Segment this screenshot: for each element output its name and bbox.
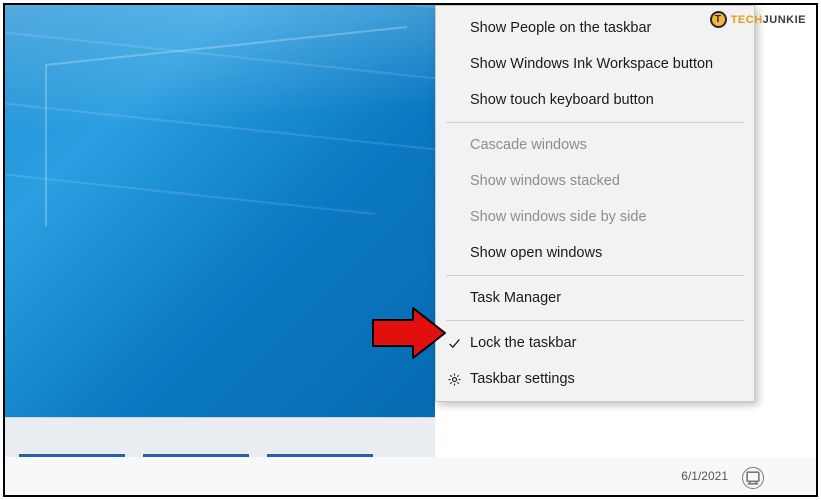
menu-item-label: Taskbar settings — [470, 371, 575, 387]
menu-side-by-side[interactable]: Show windows side by side — [436, 199, 754, 235]
menu-show-ink-workspace[interactable]: Show Windows Ink Workspace button — [436, 46, 754, 82]
taskbar-context-menu: Show People on the taskbar Show Windows … — [435, 5, 755, 402]
action-center-icon[interactable] — [742, 467, 764, 489]
system-tray-date[interactable]: 6/1/2021 — [681, 469, 728, 483]
menu-item-label: Show People on the taskbar — [470, 20, 651, 36]
menu-lock-taskbar[interactable]: Lock the taskbar — [436, 325, 754, 361]
menu-item-label: Cascade windows — [470, 137, 587, 153]
screenshot-frame: 6/1/2021 Show People on the taskbar Show… — [3, 3, 818, 497]
watermark-brand-b: JUNKIE — [763, 14, 806, 26]
menu-item-label: Show windows side by side — [470, 209, 647, 225]
watermark: T TECHJUNKIE — [710, 11, 806, 28]
menu-show-people[interactable]: Show People on the taskbar — [436, 10, 754, 46]
watermark-brand-a: TECH — [731, 14, 763, 26]
taskbar[interactable] — [5, 417, 435, 457]
menu-show-touch-keyboard[interactable]: Show touch keyboard button — [436, 82, 754, 118]
menu-separator — [446, 275, 744, 276]
menu-item-label: Lock the taskbar — [470, 335, 576, 351]
menu-item-label: Show open windows — [470, 245, 602, 261]
menu-item-label: Show Windows Ink Workspace button — [470, 56, 713, 72]
watermark-logo-icon: T — [710, 11, 727, 28]
desktop-wallpaper — [5, 5, 435, 457]
menu-show-open-windows[interactable]: Show open windows — [436, 235, 754, 271]
lower-background: 6/1/2021 — [5, 457, 816, 495]
menu-separator — [446, 122, 744, 123]
menu-item-label: Show windows stacked — [470, 173, 620, 189]
gear-icon — [446, 371, 462, 387]
menu-item-label: Show touch keyboard button — [470, 92, 654, 108]
menu-separator — [446, 320, 744, 321]
check-icon — [446, 335, 462, 351]
menu-taskbar-settings[interactable]: Taskbar settings — [436, 361, 754, 397]
menu-task-manager[interactable]: Task Manager — [436, 280, 754, 316]
menu-item-label: Task Manager — [470, 290, 561, 306]
menu-cascade-windows[interactable]: Cascade windows — [436, 127, 754, 163]
menu-stacked-windows[interactable]: Show windows stacked — [436, 163, 754, 199]
